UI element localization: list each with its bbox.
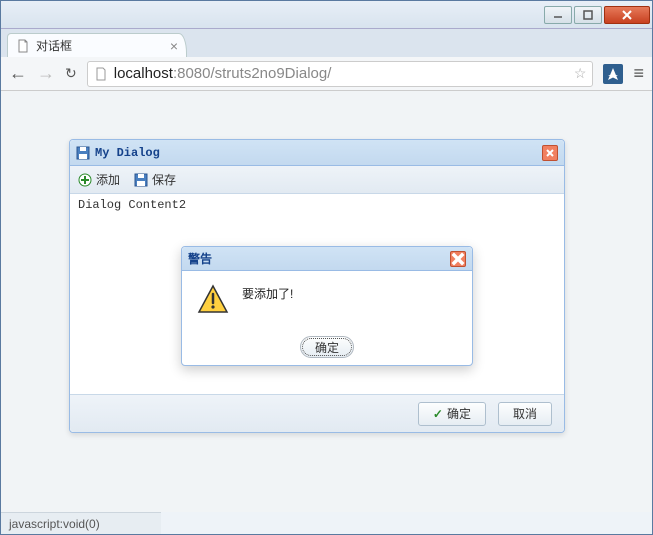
warning-icon	[196, 283, 230, 317]
alert-header[interactable]: 警告	[182, 247, 472, 271]
save-icon	[76, 146, 90, 160]
alert-close-button[interactable]	[450, 251, 466, 267]
page-icon	[16, 39, 30, 53]
reload-button[interactable]: ↻	[65, 65, 77, 82]
alert-message: 要添加了!	[242, 283, 293, 302]
window-close-button[interactable]	[604, 6, 650, 24]
tab-title: 对话框	[36, 37, 72, 54]
dialog-cancel-button[interactable]: 取消	[498, 402, 552, 426]
dialog-close-button[interactable]	[542, 145, 558, 161]
alert-ok-button[interactable]: 确定	[300, 336, 354, 358]
back-button[interactable]: ←	[9, 63, 27, 84]
alert-footer: 确定	[182, 329, 472, 365]
page-icon	[94, 67, 108, 81]
address-bar[interactable]: localhost:8080/struts2no9Dialog/ ☆	[87, 61, 594, 87]
browser-tab[interactable]: 对话框 ×	[7, 33, 187, 57]
tab-close-icon[interactable]: ×	[170, 38, 178, 54]
dialog-title: My Dialog	[95, 146, 160, 160]
dialog-toolbar: 添加 保存	[70, 166, 564, 194]
status-text: javascript:void(0)	[9, 517, 100, 531]
extension-icon[interactable]	[603, 64, 623, 84]
save-button[interactable]: 保存	[134, 171, 176, 188]
browser-window: 对话框 × ← → ↻ localhost:8080/struts2no9Dia…	[0, 0, 653, 535]
url-text: localhost:8080/struts2no9Dialog/	[114, 65, 332, 82]
alert-title: 警告	[188, 250, 212, 267]
save-label: 保存	[152, 171, 176, 188]
browser-toolbar: ← → ↻ localhost:8080/struts2no9Dialog/ ☆…	[1, 57, 652, 91]
forward-button[interactable]: →	[37, 63, 55, 84]
window-titlebar	[1, 1, 652, 29]
alert-dialog: 警告 要添加了! 确定	[181, 246, 473, 366]
dialog-content-text: Dialog Content2	[78, 198, 186, 212]
save-icon	[134, 173, 148, 187]
alert-body: 要添加了!	[182, 271, 472, 329]
status-bar: javascript:void(0)	[1, 512, 161, 534]
add-label: 添加	[96, 171, 120, 188]
page-content: My Dialog 添加 保存 Dialog Content2 ✓	[1, 91, 652, 512]
dialog-footer: ✓ 确定 取消	[70, 394, 564, 432]
add-button[interactable]: 添加	[78, 171, 120, 188]
bookmark-star-icon[interactable]: ☆	[574, 65, 587, 82]
tab-strip: 对话框 ×	[1, 29, 652, 57]
ok-label: 确定	[447, 405, 471, 422]
minimize-button[interactable]	[544, 6, 572, 24]
alert-ok-label: 确定	[315, 341, 339, 355]
add-icon	[78, 173, 92, 187]
dialog-header[interactable]: My Dialog	[70, 140, 564, 166]
check-icon: ✓	[433, 407, 443, 421]
cancel-label: 取消	[513, 405, 537, 422]
menu-button[interactable]: ≡	[633, 63, 644, 84]
dialog-ok-button[interactable]: ✓ 确定	[418, 402, 486, 426]
maximize-button[interactable]	[574, 6, 602, 24]
